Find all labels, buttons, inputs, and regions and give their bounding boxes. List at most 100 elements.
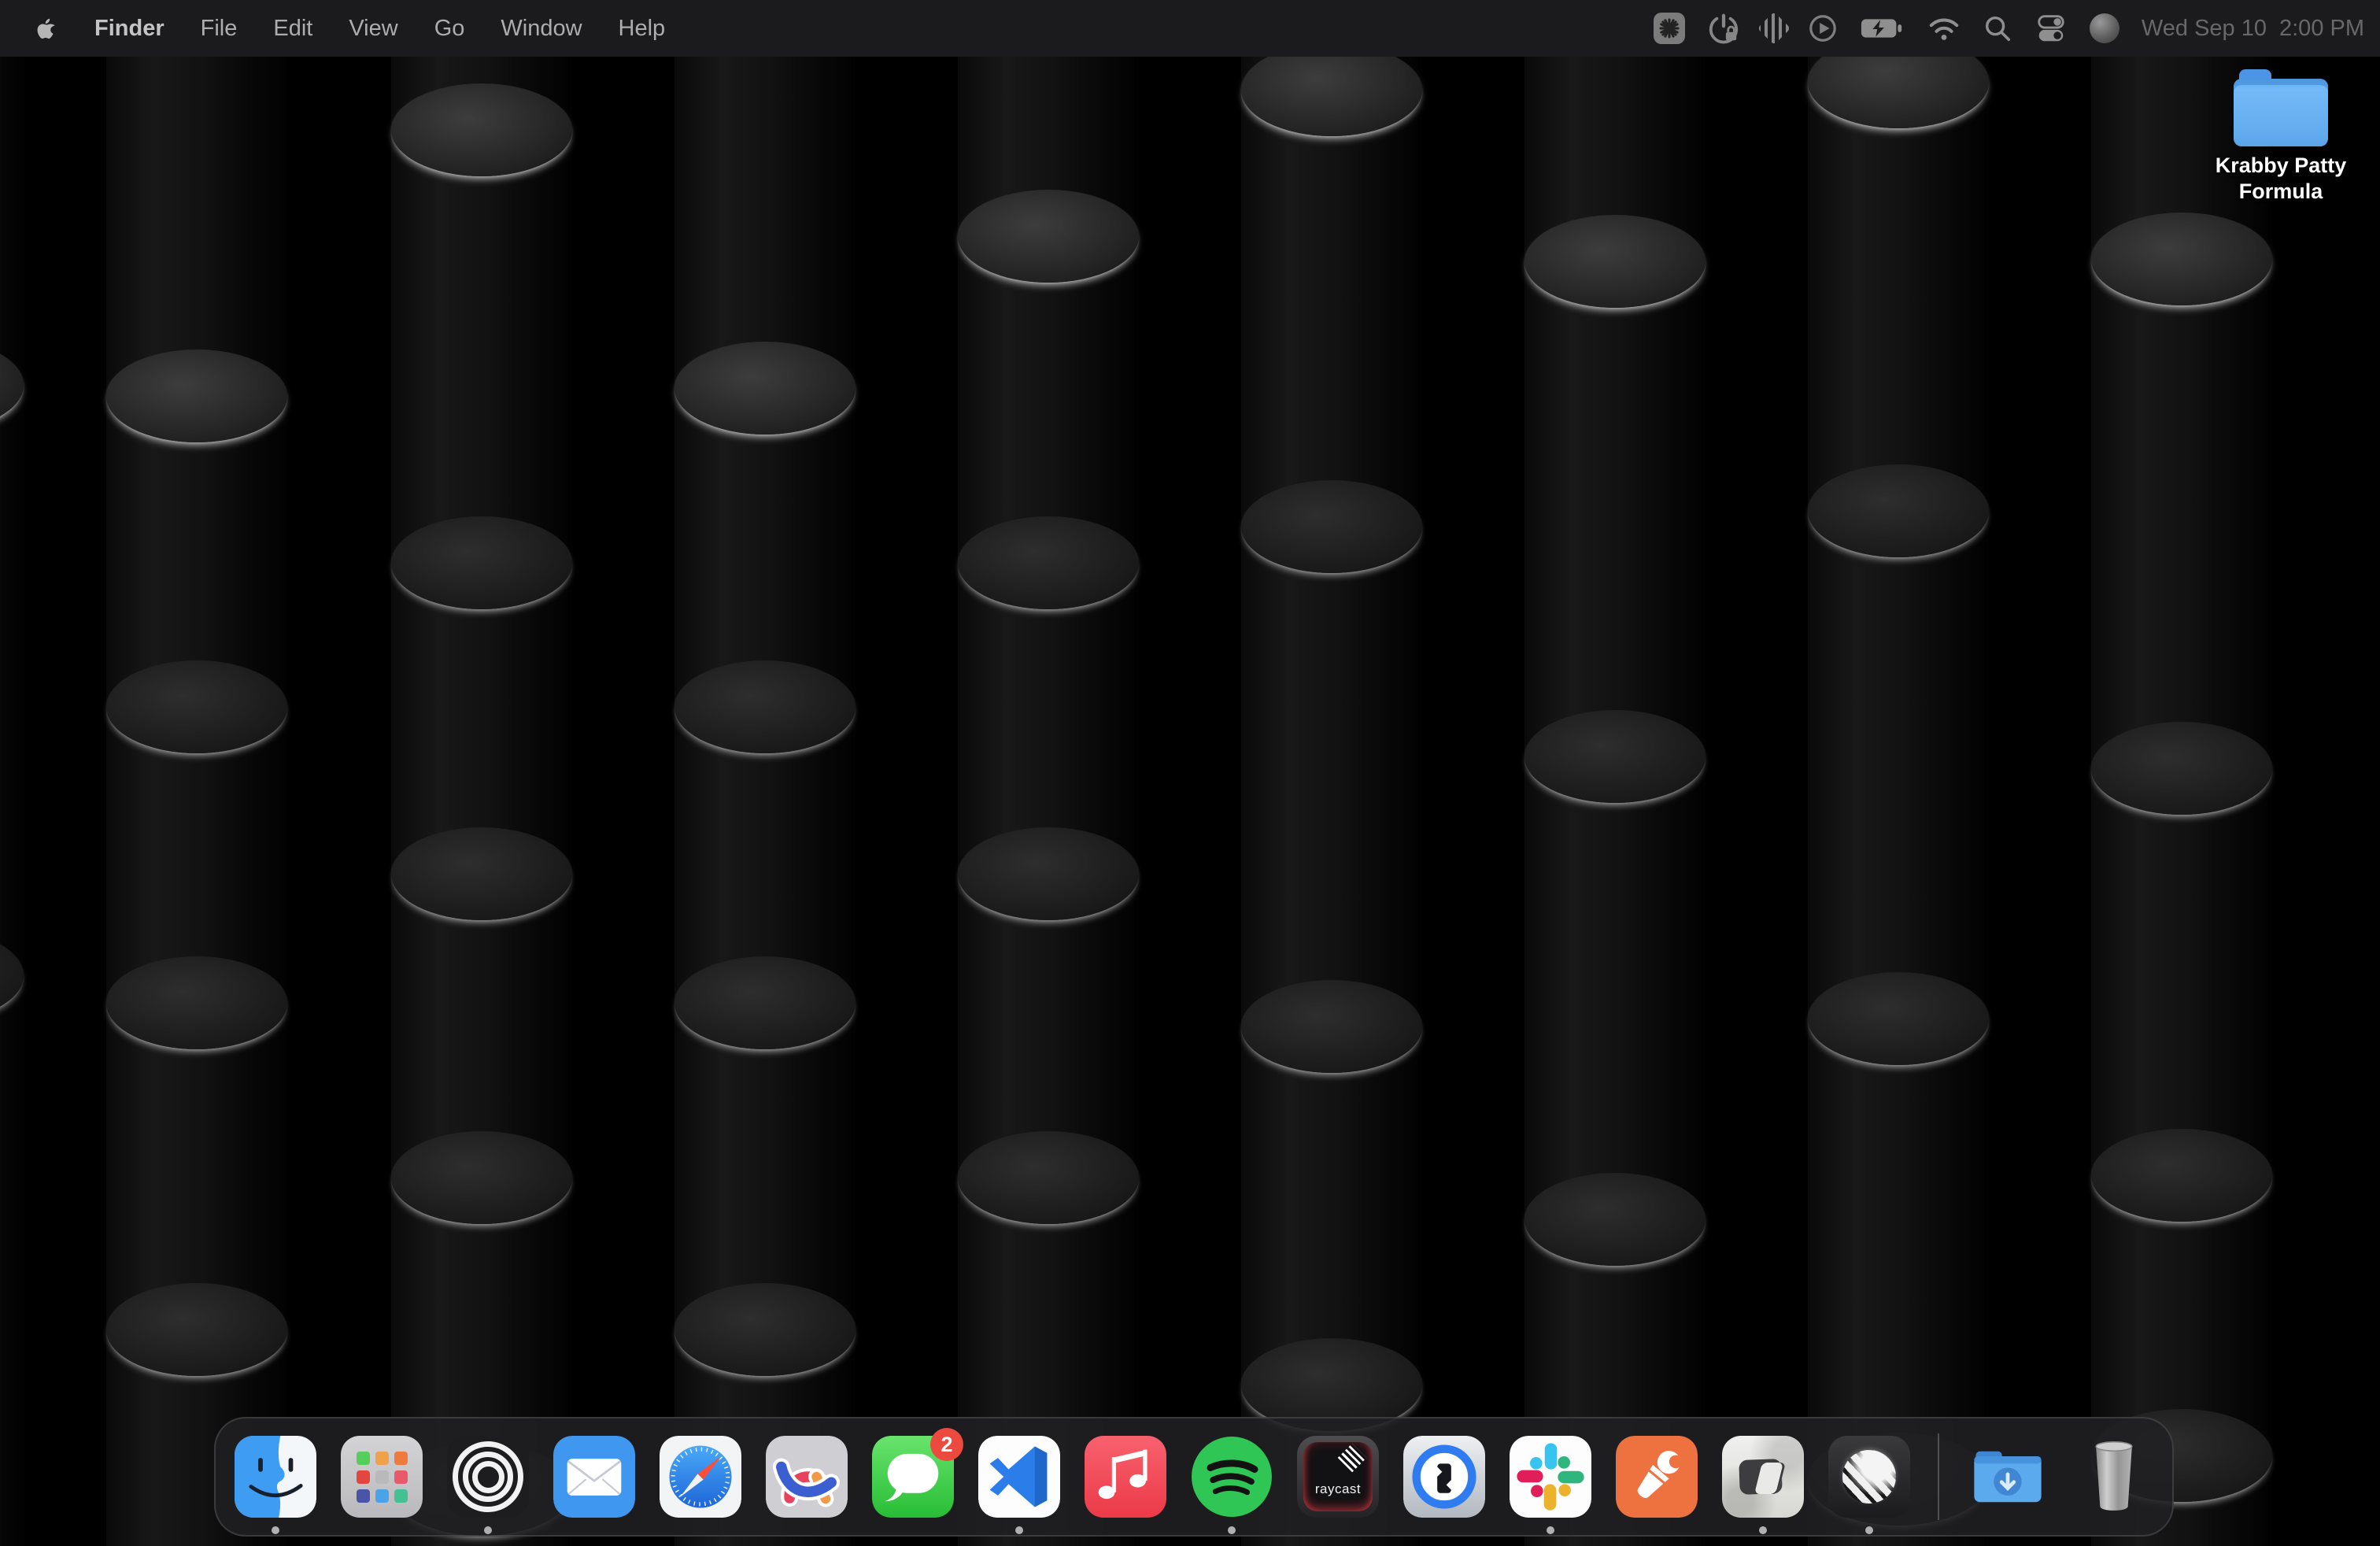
menu-bar-time: 2:00 PM [2279, 16, 2364, 42]
wallpaper-cylinder-top [958, 516, 1139, 609]
concentric-rings-app-icon [447, 1436, 529, 1518]
running-indicator [1547, 1526, 1554, 1534]
menu-item-window[interactable]: Window [501, 16, 582, 42]
wallpaper-column [958, 0, 1139, 1546]
dock-item-postman[interactable] [1616, 1436, 1698, 1518]
postman-icon [1616, 1436, 1698, 1518]
notification-badge: 2 [930, 1428, 963, 1461]
menu-item-help[interactable]: Help [619, 16, 666, 42]
wallpaper-cylinder-top [391, 827, 572, 920]
wallpaper-cylinder-top [1241, 43, 1422, 136]
dock-item-1password[interactable] [1403, 1436, 1485, 1518]
wallpaper-column [1524, 0, 1706, 1546]
dock-item-messages[interactable]: 2 [872, 1436, 954, 1518]
dock-item-finder[interactable] [235, 1436, 316, 1518]
dock-item-orb-app[interactable] [1828, 1436, 1910, 1518]
wallpaper-cylinder-top [674, 342, 856, 435]
dock-item-launchpad[interactable] [341, 1436, 423, 1518]
dock-item-rings-app[interactable] [447, 1436, 529, 1518]
running-indicator [1015, 1526, 1023, 1534]
wallpaper-cylinder-top [674, 956, 856, 1049]
sphere-menu-extra-icon[interactable] [2090, 0, 2119, 57]
search-icon[interactable] [1983, 0, 2012, 57]
desktop-folder-krabby-patty[interactable]: Krabby Patty Formula [2193, 69, 2369, 205]
wallpaper-column [106, 0, 287, 1546]
wallpaper-cylinder-top [1808, 464, 1989, 557]
menu-bar-left: Finder File Edit View Go Window Help [0, 15, 665, 42]
wallpaper-cylinder-top [958, 1131, 1139, 1224]
wallpaper-cylinder-top [391, 1131, 572, 1224]
menu-bar-status: Wed Sep 10 2:00 PM [1654, 0, 2380, 57]
wallpaper-cylinder-top [2091, 1129, 2272, 1222]
raycast-icon: raycast [1297, 1436, 1379, 1518]
wallpaper-cylinder-top [1241, 980, 1422, 1073]
dock-item-music[interactable] [1085, 1436, 1166, 1518]
wallpaper-cylinder-top [391, 83, 572, 176]
striped-orb-app-icon [1828, 1436, 1910, 1518]
starburst-app-icon[interactable] [1654, 0, 1685, 57]
menu-item-view[interactable]: View [349, 16, 397, 42]
running-indicator [1759, 1526, 1767, 1534]
menu-bar-date: Wed Sep 10 [2142, 16, 2267, 42]
wallpaper-cylinder-top [106, 350, 287, 442]
wallpaper-cylinder-top [2091, 213, 2272, 305]
dock-item-raycast[interactable]: raycast [1297, 1436, 1379, 1518]
running-indicator [1228, 1526, 1236, 1534]
dock-item-cards-app[interactable] [1722, 1436, 1804, 1518]
battery-charging-icon[interactable] [1860, 0, 1905, 57]
power-lock-icon[interactable] [1707, 0, 1740, 57]
wallpaper-cylinder-top [106, 1283, 287, 1376]
striped-diamond-icon[interactable] [1762, 0, 1786, 57]
downloads-folder-icon [1967, 1436, 2049, 1518]
raycast-wordmark: raycast [1297, 1481, 1379, 1497]
menu-item-go[interactable]: Go [434, 16, 465, 42]
dock-item-slack[interactable] [1510, 1436, 1591, 1518]
trash-icon [2073, 1436, 2155, 1518]
wallpaper-column [674, 0, 856, 1546]
dock-item-trash[interactable] [2073, 1436, 2155, 1518]
running-indicator [1865, 1526, 1873, 1534]
dock-item-downloads[interactable] [1967, 1436, 2049, 1518]
wallpaper-column [1808, 0, 1989, 1546]
wallpaper-cylinder-top [674, 1283, 856, 1376]
dock-item-spotify[interactable] [1191, 1436, 1273, 1518]
launchpad-icon [341, 1436, 423, 1518]
desktop-folder-label: Krabby Patty Formula [2200, 153, 2362, 205]
wallpaper-cylinder-top [1524, 215, 1706, 308]
wallpaper-column [391, 0, 572, 1546]
menu-bar: Finder File Edit View Go Window Help [0, 0, 2380, 57]
arc-browser-icon [766, 1436, 848, 1518]
spotify-icon [1191, 1436, 1273, 1518]
menu-item-edit[interactable]: Edit [273, 16, 312, 42]
dock-item-arc[interactable] [766, 1436, 848, 1518]
wallpaper-cylinder-top [106, 956, 287, 1049]
safari-icon [660, 1436, 741, 1518]
menu-bar-clock[interactable]: Wed Sep 10 2:00 PM [2142, 16, 2364, 42]
vscode-icon [978, 1436, 1060, 1518]
dock-item-vscode[interactable] [978, 1436, 1060, 1518]
finder-icon [235, 1436, 316, 1518]
wallpaper-cylinder-top [958, 190, 1139, 283]
wallpaper-column [2091, 0, 2272, 1546]
blue-folder-icon [2234, 69, 2328, 146]
control-center-icon[interactable] [2034, 0, 2068, 57]
wifi-icon[interactable] [1927, 0, 1961, 57]
menu-item-finder[interactable]: Finder [94, 16, 164, 42]
now-playing-icon[interactable] [1808, 0, 1838, 57]
dock-item-mail[interactable] [553, 1436, 635, 1518]
dock-item-safari[interactable] [660, 1436, 741, 1518]
wallpaper-column [0, 0, 24, 1546]
apple-music-icon [1085, 1436, 1166, 1518]
slack-icon [1510, 1436, 1591, 1518]
apple-logo-icon[interactable] [35, 15, 58, 42]
wallpaper-cylinder-top [674, 660, 856, 753]
menu-item-file[interactable]: File [201, 16, 238, 42]
wallpaper-cylinder-top [0, 929, 24, 1022]
wallpaper-cylinder-top [1241, 480, 1422, 573]
mail-icon [553, 1436, 635, 1518]
dock-separator [1938, 1433, 1939, 1520]
wallpaper-cylinder-top [391, 516, 572, 609]
desktop: Finder File Edit View Go Window Help [0, 0, 2380, 1546]
wallpaper-cylinder-top [2091, 722, 2272, 815]
wallpaper-cylinder-top [1524, 710, 1706, 803]
